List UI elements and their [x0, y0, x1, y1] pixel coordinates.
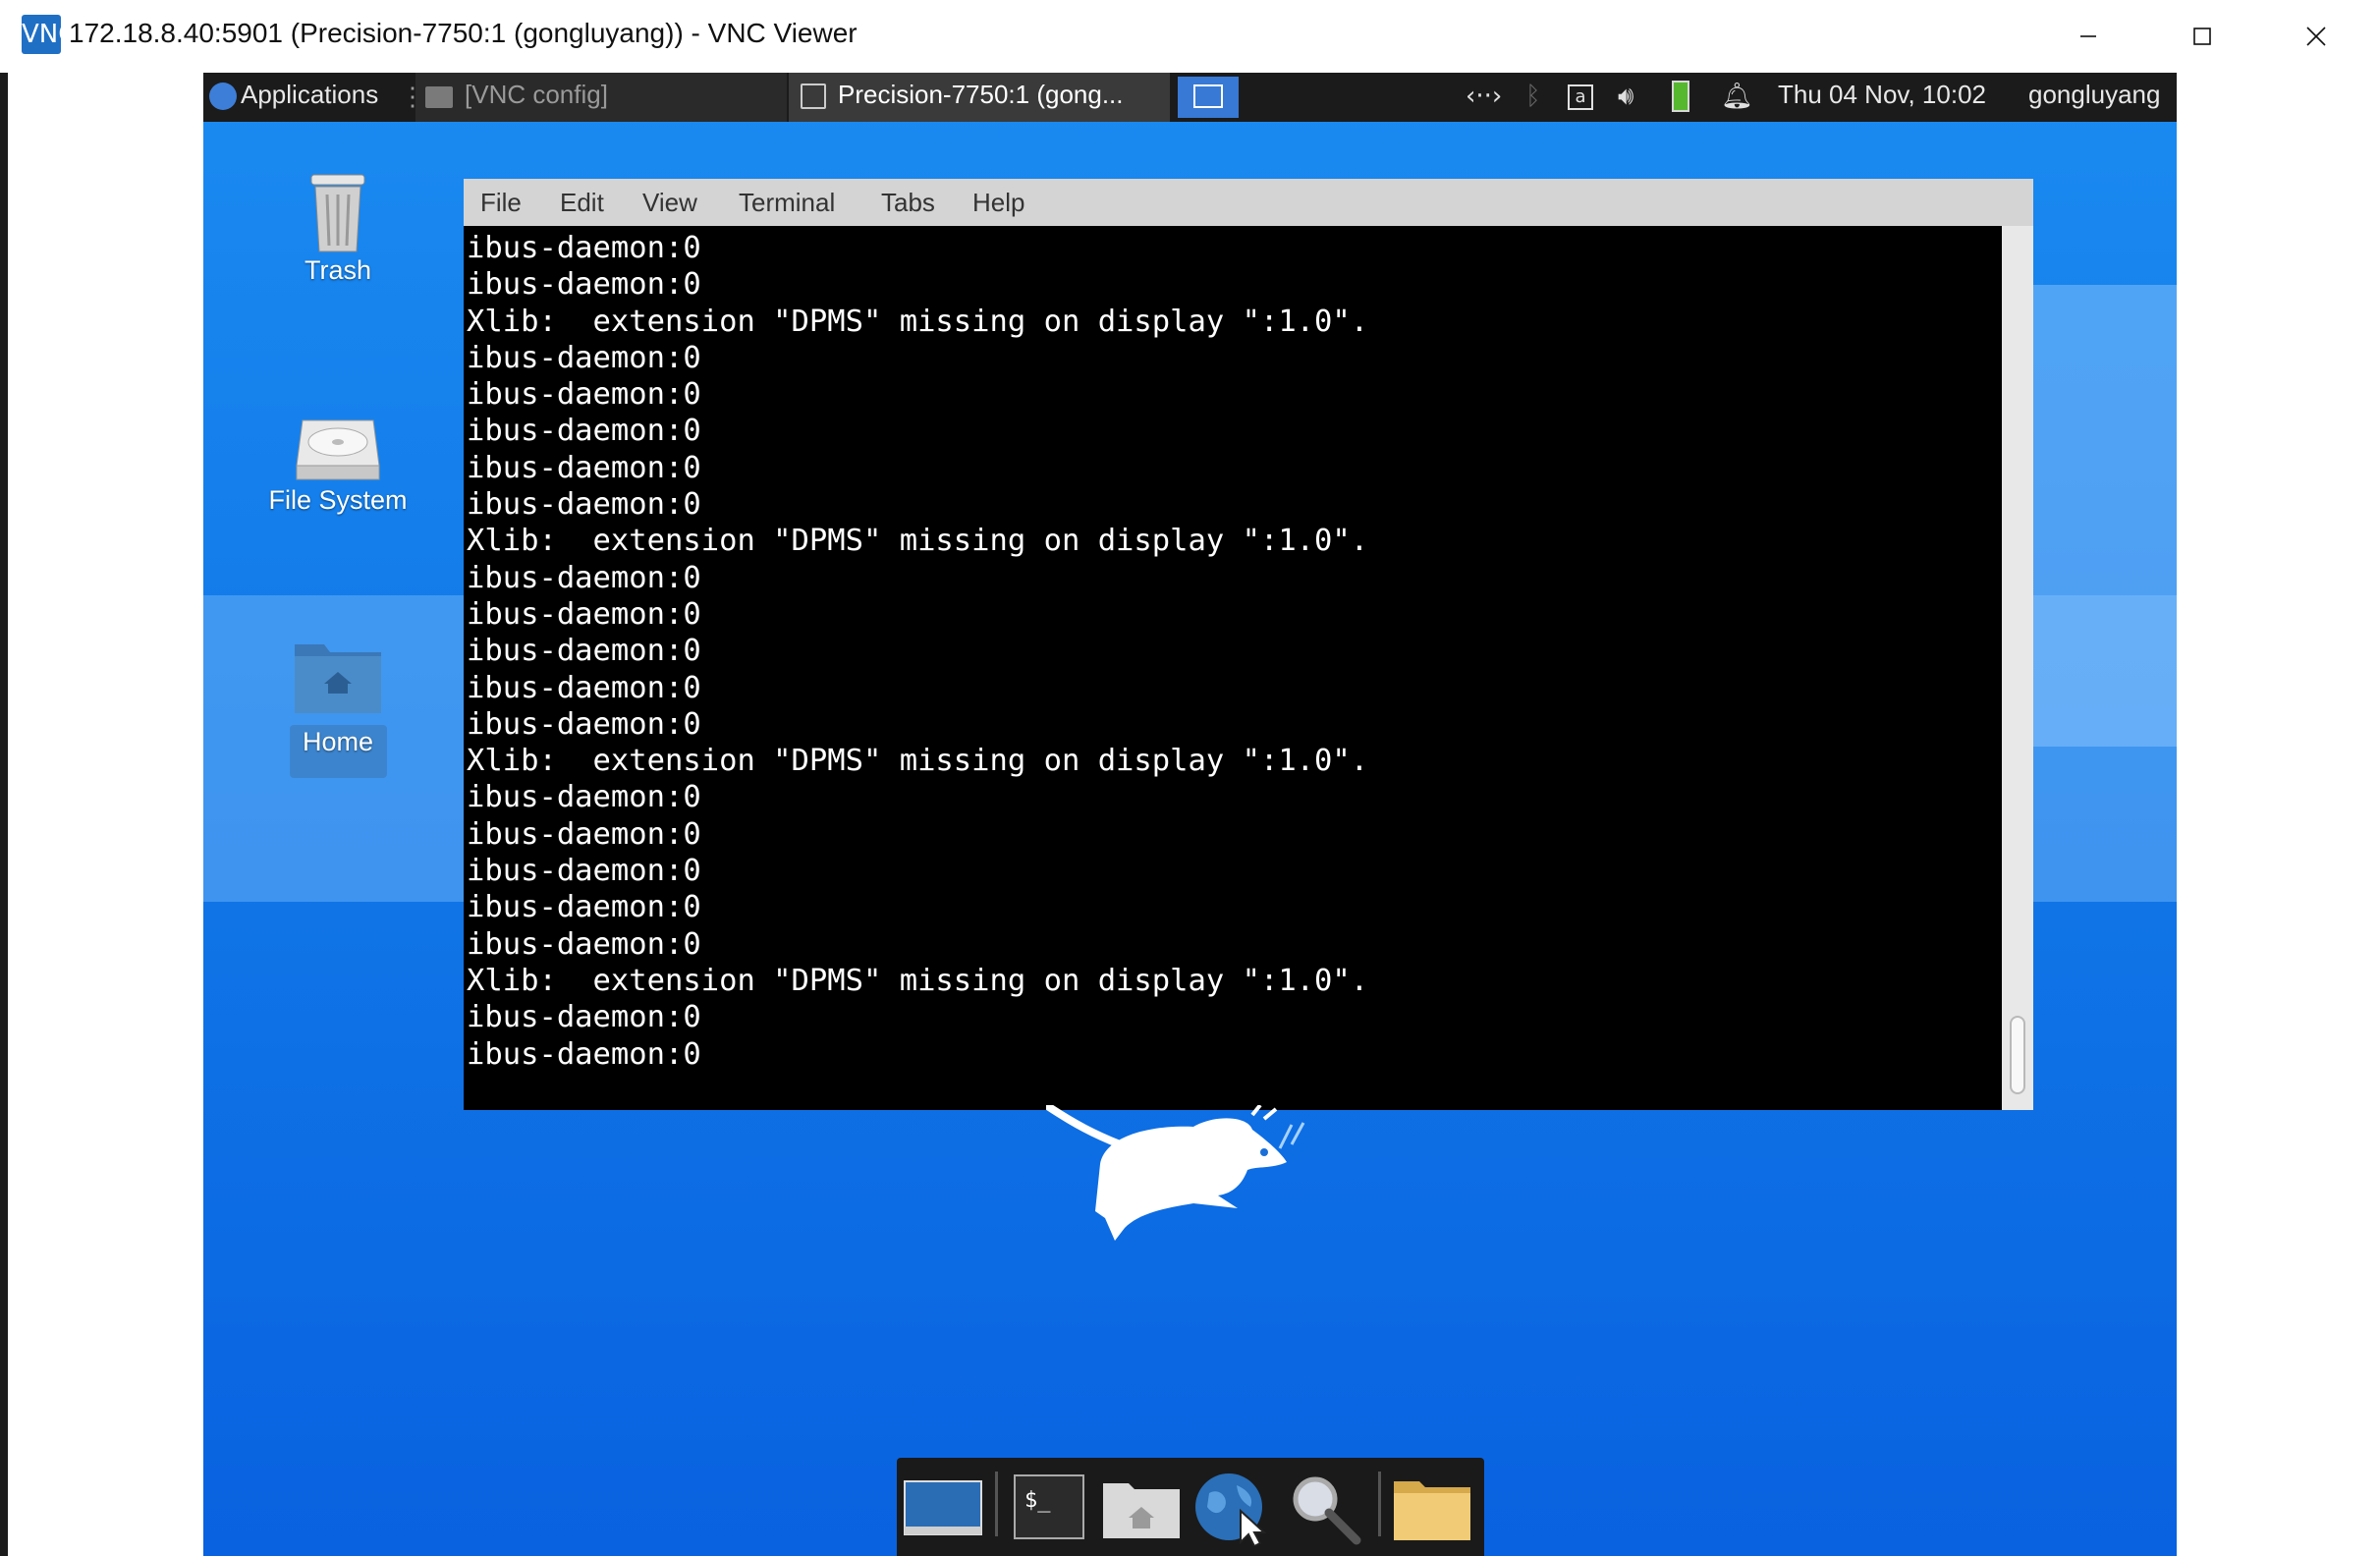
applications-label: Applications [241, 80, 379, 109]
desktop-icon-trash[interactable]: Trash [259, 167, 416, 286]
terminal-icon: $_ [1014, 1474, 1084, 1539]
terminal-line: Xlib: extension "DPMS" missing on displa… [467, 524, 1369, 559]
menu-view[interactable]: View [642, 188, 697, 218]
notification-bell-icon[interactable]: 🔔︎ [1721, 82, 1753, 111]
terminal-line: ibus-daemon:0 [467, 854, 701, 889]
dock-separator [1378, 1472, 1381, 1536]
menu-tabs[interactable]: Tabs [881, 188, 935, 218]
dock-separator [995, 1472, 998, 1536]
show-desktop-icon [904, 1480, 982, 1535]
terminal-line: Xlib: extension "DPMS" missing on displa… [467, 304, 1369, 339]
desktop-icon-label: Home [302, 727, 374, 756]
terminal-icon [801, 83, 826, 109]
terminal-line: Xlib: extension "DPMS" missing on displa… [467, 963, 1369, 998]
terminal-line: ibus-daemon:0 [467, 340, 701, 375]
scrollbar-thumb[interactable] [2010, 1016, 2025, 1094]
user-menu[interactable]: gongluyang [2028, 80, 2160, 110]
home-launcher[interactable] [1099, 1468, 1184, 1546]
terminal-line: ibus-daemon:0 [467, 560, 701, 595]
terminal-line: ibus-daemon:0 [467, 634, 701, 669]
window-title: 172.18.8.40:5901 (Precision-7750:1 (gong… [69, 18, 858, 48]
terminal-line: ibus-daemon:0 [467, 267, 701, 303]
svg-text:$_: $_ [1024, 1488, 1051, 1513]
applications-menu-button[interactable]: Applications ⋮ [203, 73, 425, 122]
desktop-icon-file-system[interactable]: File System [259, 411, 416, 516]
terminal-line: ibus-daemon:0 [467, 706, 701, 742]
xfce-mouse-logo [1046, 1105, 1305, 1241]
minimize-icon [2080, 35, 2096, 37]
menu-terminal[interactable]: Terminal [739, 188, 835, 218]
window-left-edge [0, 73, 8, 1556]
desktop-icon-label: Trash [304, 255, 371, 285]
desktop-wallpaper-band [2030, 285, 2177, 747]
web-browser-launcher[interactable] [1190, 1468, 1274, 1548]
window-icon [425, 86, 453, 108]
battery-icon[interactable] [1672, 81, 1689, 112]
search-icon [1293, 1476, 1361, 1545]
clock[interactable]: Thu 04 Nov, 10:02 [1778, 80, 1986, 110]
terminal-menubar: File Edit View Terminal Tabs Help [464, 179, 2033, 226]
taskbar-item-terminal[interactable]: Precision-7750:1 (gong... [789, 73, 1170, 122]
taskbar-item-label: Precision-7750:1 (gong... [838, 80, 1124, 109]
trash-icon [310, 174, 365, 252]
search-launcher[interactable] [1282, 1468, 1366, 1546]
terminal-line: ibus-daemon:0 [467, 596, 701, 632]
xfce-dock: $_ [897, 1458, 1484, 1556]
workspace-switcher[interactable] [1178, 77, 1239, 118]
terminal-line: ibus-daemon:0 [467, 670, 701, 705]
close-icon [2306, 27, 2326, 46]
menu-help[interactable]: Help [972, 188, 1024, 218]
terminal-scrollbar[interactable] [2002, 226, 2033, 1110]
workspace-icon [1193, 84, 1223, 108]
home-folder-icon [295, 644, 381, 713]
vnc-viewer-app-icon: VNC [22, 15, 76, 54]
terminal-line: Xlib: extension "DPMS" missing on displa… [467, 744, 1369, 779]
minimize-button[interactable] [2031, 0, 2145, 73]
folder-icon [1394, 1481, 1470, 1540]
desktop-icon-home[interactable]: Home [259, 639, 416, 756]
keyboard-layout-icon[interactable]: a [1568, 84, 1593, 110]
terminal-launcher[interactable]: $_ [1007, 1468, 1091, 1546]
terminal-line: ibus-daemon:0 [467, 377, 701, 413]
close-button[interactable] [2259, 0, 2373, 73]
terminal-line: ibus-daemon:0 [467, 231, 701, 265]
terminal-line: ibus-daemon:0 [467, 414, 701, 449]
terminal-line: ibus-daemon:0 [467, 487, 701, 523]
vnc-viewer-titlebar[interactable]: VNC 172.18.8.40:5901 (Precision-7750:1 (… [0, 0, 2380, 74]
terminal-line: ibus-daemon:0 [467, 1036, 701, 1072]
terminal-line: ibus-daemon:0 [467, 890, 701, 925]
volume-icon[interactable]: 🔊︎ [1618, 82, 1633, 112]
show-desktop-launcher[interactable] [901, 1468, 985, 1546]
maximize-icon [2193, 28, 2211, 45]
xfce-top-panel: Applications ⋮ [VNC config] Precision-77… [203, 73, 2177, 122]
drive-icon [296, 419, 380, 480]
terminal-line: ibus-daemon:0 [467, 450, 701, 485]
xfce-logo-icon [209, 83, 237, 110]
terminal-output[interactable]: ibus-daemon:0 ibus-daemon:0 Xlib: extensio… [467, 230, 1999, 1073]
terminal-line: ibus-daemon:0 [467, 780, 701, 815]
network-icon[interactable]: ‹··› [1466, 82, 1502, 111]
terminal-line: ibus-daemon:0 [467, 926, 701, 962]
taskbar-item-label: [VNC config] [465, 80, 608, 109]
bluetooth-icon[interactable]: ᛒ [1525, 82, 1541, 111]
web-browser-icon [1195, 1473, 1267, 1548]
folder-launcher[interactable] [1390, 1468, 1474, 1546]
maximize-button[interactable] [2145, 0, 2259, 73]
terminal-line: ibus-daemon:0 [467, 1000, 701, 1035]
terminal-line: ibus-daemon:0 [467, 816, 701, 852]
menu-file[interactable]: File [480, 188, 522, 218]
taskbar-item-vnc-config[interactable]: [VNC config] [415, 73, 787, 122]
desktop-icon-label: File System [268, 485, 408, 515]
terminal-window[interactable]: File Edit View Terminal Tabs Help ibus-d… [464, 179, 2033, 1110]
menu-edit[interactable]: Edit [560, 188, 604, 218]
home-folder-icon [1103, 1483, 1180, 1538]
